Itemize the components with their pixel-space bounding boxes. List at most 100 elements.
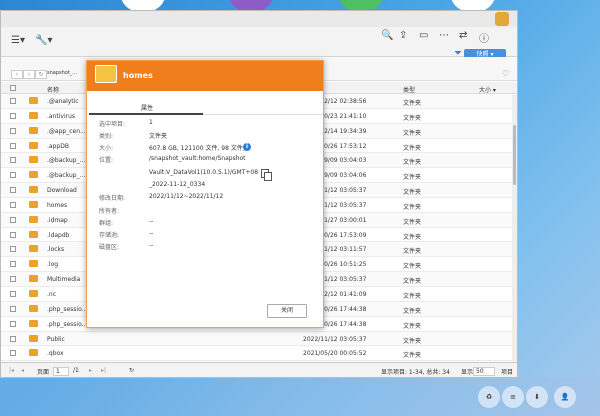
file-name: .@backup_... xyxy=(47,172,86,180)
file-type: 文件夹 xyxy=(403,337,422,345)
folder-icon xyxy=(29,141,38,149)
forward-button[interactable]: › xyxy=(23,70,35,79)
row-checkbox[interactable] xyxy=(10,335,16,342)
folder-icon xyxy=(29,275,38,283)
field-label: 选中项目: xyxy=(99,121,126,128)
file-type: 文件夹 xyxy=(403,189,422,197)
items-label: 项目 xyxy=(501,369,514,376)
folder-icon xyxy=(29,186,38,194)
table-row[interactable]: Public 2022/11/12 03:05:37 文件夹 xyxy=(1,331,517,347)
field-value: _2022-11-12_0334 xyxy=(149,181,206,188)
folder-icon xyxy=(29,349,38,357)
field-value: /snapshot_vault:home/Snapshot xyxy=(149,155,246,162)
taskbar-item[interactable]: ♻ xyxy=(478,386,500,408)
file-name: Public xyxy=(47,335,65,343)
field-value: -- xyxy=(149,230,154,237)
row-checkbox[interactable] xyxy=(10,157,16,164)
row-checkbox[interactable] xyxy=(10,290,16,297)
first-page-icon[interactable]: |◂ xyxy=(9,367,14,374)
file-type: 文件夹 xyxy=(403,248,422,256)
properties-dialog: homes 属性 选中项目: 1 类别: 文件夹 大小: 607.8 GB, 121100… xyxy=(86,60,324,328)
file-name: .@backup_... xyxy=(47,157,86,165)
view-menu-icon[interactable]: ☰▾ xyxy=(11,35,25,46)
folder-icon xyxy=(29,97,38,104)
row-checkbox[interactable] xyxy=(10,172,16,179)
back-button[interactable]: ‹ xyxy=(11,70,23,79)
row-checkbox[interactable] xyxy=(10,350,16,357)
field-value: Vault:V_DataVol1(10.0.5.1)/GMT+08 xyxy=(149,169,259,176)
tools-menu-icon[interactable]: 🔧▾ xyxy=(35,35,52,46)
taskbar-item[interactable]: 👤 xyxy=(554,386,576,408)
row-checkbox[interactable] xyxy=(10,246,16,253)
folder-icon xyxy=(29,319,38,327)
file-type: 文件夹 xyxy=(403,263,422,271)
field-label: 群组: xyxy=(99,220,114,227)
display-count-label: 显示 xyxy=(461,369,474,376)
row-checkbox[interactable] xyxy=(10,305,16,312)
copy-icon[interactable] xyxy=(261,169,272,181)
row-checkbox[interactable] xyxy=(10,276,16,283)
row-checkbox[interactable] xyxy=(10,216,16,223)
favorite-icon[interactable]: ♡ xyxy=(502,69,509,78)
row-checkbox[interactable] xyxy=(10,98,16,104)
field-label: 大小: xyxy=(99,145,114,152)
folder-icon xyxy=(29,200,38,208)
scrollbar-thumb[interactable] xyxy=(513,125,516,185)
file-type: 文件夹 xyxy=(403,203,422,211)
field-value: 文件夹 xyxy=(149,133,168,140)
taskbar-item[interactable]: ≡ xyxy=(502,386,524,408)
row-checkbox[interactable] xyxy=(10,201,16,208)
header-size[interactable]: 大小 ▾ xyxy=(479,85,496,94)
row-checkbox[interactable] xyxy=(10,112,16,119)
refresh-icon[interactable]: ↻ xyxy=(129,367,134,374)
info-icon[interactable]: ⓘ xyxy=(479,30,489,45)
prev-page-icon[interactable]: ◂ xyxy=(21,367,24,374)
network-icon[interactable]: ⇄ xyxy=(459,30,467,41)
field-label: 磁盘区: xyxy=(99,244,120,251)
scrollbar[interactable] xyxy=(512,95,517,362)
row-checkbox[interactable] xyxy=(10,142,16,149)
more-icon[interactable]: ⋯ xyxy=(439,30,449,41)
file-name: .idmap xyxy=(47,216,68,224)
field-label: 存储池: xyxy=(99,232,120,239)
refresh-button[interactable]: ↻ xyxy=(35,70,47,79)
folder-icon xyxy=(29,245,38,253)
taskbar-item[interactable]: ⬇ xyxy=(526,386,548,408)
folder-icon xyxy=(29,126,38,134)
modified-date: 2022/11/12 03:05:37 xyxy=(303,335,367,343)
close-button[interactable]: 关闭 xyxy=(267,304,307,318)
status-bar: |◂ ◂ 页面 1 /1 ▸ ▸| ↻ 显示项目: 1-34, 总共: 34 显… xyxy=(1,362,517,377)
info-icon[interactable]: i xyxy=(243,143,251,151)
upload-icon[interactable]: ⇪ xyxy=(399,30,407,41)
last-page-icon[interactable]: ▸| xyxy=(101,367,106,374)
select-all-checkbox[interactable] xyxy=(10,85,16,91)
file-type: 文件夹 xyxy=(403,322,422,330)
dialog-header: homes xyxy=(87,61,323,91)
row-checkbox[interactable] xyxy=(10,187,16,194)
app-settings-icon[interactable] xyxy=(495,12,509,26)
header-name[interactable]: 名称 xyxy=(47,85,59,94)
breadcrumb[interactable]: snapshot_... xyxy=(47,70,77,76)
file-type: 文件夹 xyxy=(403,174,422,182)
folder-icon xyxy=(29,156,38,164)
row-checkbox[interactable] xyxy=(10,231,16,238)
row-checkbox[interactable] xyxy=(10,127,16,134)
page-input[interactable]: 1 xyxy=(53,367,69,376)
tab-properties[interactable]: 属性 xyxy=(141,103,153,112)
row-checkbox[interactable] xyxy=(10,261,16,268)
file-name: .log xyxy=(47,261,59,269)
taskbar: ♻ ≡ ⬇ 👤 xyxy=(0,378,600,416)
header-type[interactable]: 类型 xyxy=(403,85,415,94)
field-value: 1 xyxy=(149,119,153,126)
table-row[interactable]: .qbox 2021/05/20 00:05:52 文件夹 xyxy=(1,346,517,362)
file-type: 文件夹 xyxy=(403,159,422,167)
file-name: Multimedia xyxy=(47,276,81,284)
next-page-icon[interactable]: ▸ xyxy=(89,367,92,374)
folder-icon xyxy=(29,230,38,238)
remote-icon[interactable]: ▭ xyxy=(419,30,428,41)
display-count-select[interactable]: 50 xyxy=(473,367,495,376)
search-icon[interactable]: 🔍 xyxy=(381,30,393,41)
folder-icon xyxy=(29,304,38,312)
file-type: 文件夹 xyxy=(403,307,422,315)
row-checkbox[interactable] xyxy=(10,320,16,327)
